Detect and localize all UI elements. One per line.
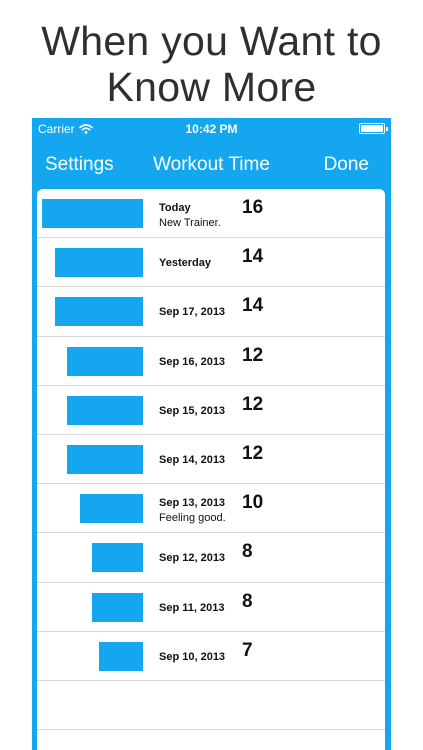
workout-date: Sep 17, 2013 [159, 306, 226, 319]
workout-rows: Today New Trainer. 16 Yesterday 14 Sep 17, 20… [37, 189, 385, 750]
workout-date: Yesterday [159, 257, 211, 270]
workout-minutes: 8 [242, 590, 253, 612]
list-item[interactable]: Sep 16, 2013 12 [37, 337, 385, 386]
app-screenshot: When you Want to Know More Carrier 10:42… [0, 0, 423, 750]
workout-minutes: 14 [242, 295, 264, 317]
carrier-indicator: Carrier [38, 122, 93, 136]
row-label: Sep 17, 2013 [159, 306, 225, 318]
workout-duration-bar [92, 592, 143, 622]
workout-date: Sep 16, 2013 [159, 355, 226, 368]
workout-date: Sep 13, 2013 [159, 497, 226, 510]
workout-minutes: 8 [242, 541, 253, 563]
workout-duration-bar [55, 297, 143, 327]
workout-minutes: 12 [242, 393, 264, 415]
list-item[interactable]: Yesterday 14 [37, 238, 385, 288]
workout-date: Sep 14, 2013 [159, 453, 226, 466]
carrier-label: Carrier [38, 122, 75, 136]
row-label: Today New Trainer. [159, 202, 221, 229]
row-label: Sep 10, 2013 [159, 651, 225, 663]
headline-line-2: Know More [106, 64, 317, 110]
workout-date: Sep 11, 2013 [159, 601, 225, 614]
row-label: Sep 14, 2013 [159, 454, 225, 466]
row-label: Sep 15, 2013 [159, 405, 225, 417]
row-label: Sep 16, 2013 [159, 356, 225, 368]
settings-button[interactable]: Settings [45, 154, 114, 176]
row-label: Sep 13, 2013 Feeling good. [159, 497, 226, 524]
status-bar: Carrier 10:42 PM [32, 118, 391, 140]
list-item[interactable]: Sep 11, 2013 8 [37, 583, 385, 632]
list-item[interactable]: Sep 12, 2013 8 [37, 533, 385, 583]
row-label: Sep 12, 2013 [159, 552, 225, 564]
workout-date: Today [159, 202, 191, 214]
workout-minutes: 12 [242, 442, 264, 464]
workout-duration-bar [67, 444, 143, 474]
workout-date: Sep 10, 2013 [159, 650, 226, 663]
headline-line-1: When you Want to [41, 18, 382, 64]
workout-duration-bar [92, 543, 143, 573]
workout-minutes: 7 [242, 639, 253, 661]
workout-minutes: 10 [242, 492, 264, 514]
done-button[interactable]: Done [324, 154, 369, 176]
list-item[interactable]: Sep 14, 2013 12 [37, 435, 385, 485]
workout-note: Feeling good. [159, 512, 226, 525]
wifi-icon [78, 124, 93, 134]
workout-note: New Trainer. [159, 217, 221, 229]
workout-duration-bar [80, 494, 143, 524]
row-label: Sep 11, 2013 [159, 602, 224, 614]
navigation-bar: Settings Workout Time Done [32, 144, 391, 184]
workout-duration-bar [55, 248, 143, 278]
list-item[interactable]: Sep 17, 2013 14 [37, 287, 385, 337]
list-item[interactable]: Today New Trainer. 16 [37, 189, 385, 239]
workout-duration-bar [67, 346, 143, 376]
workout-duration-bar [99, 641, 143, 671]
empty-list-row [37, 730, 385, 750]
workout-duration-bar [42, 199, 143, 228]
marketing-headline: When you Want to Know More [0, 18, 423, 110]
empty-list-row [37, 681, 385, 731]
phone-screen: Carrier 10:42 PM Settings Workout Time D… [32, 118, 391, 750]
list-item[interactable]: Sep 13, 2013 Feeling good. 10 [37, 484, 385, 534]
list-item[interactable]: Sep 15, 2013 12 [37, 386, 385, 435]
workout-date: Sep 15, 2013 [159, 404, 226, 417]
workout-minutes: 14 [242, 246, 264, 268]
workout-minutes: 16 [242, 197, 264, 218]
battery-icon [359, 123, 388, 134]
row-label: Yesterday [159, 257, 211, 269]
workout-minutes: 12 [242, 344, 264, 366]
workout-date: Sep 12, 2013 [159, 552, 226, 565]
workout-list[interactable]: Today New Trainer. 16 Yesterday 14 Sep 17, 20… [37, 189, 385, 750]
list-item[interactable]: Sep 10, 2013 7 [37, 632, 385, 681]
workout-duration-bar [67, 395, 143, 425]
